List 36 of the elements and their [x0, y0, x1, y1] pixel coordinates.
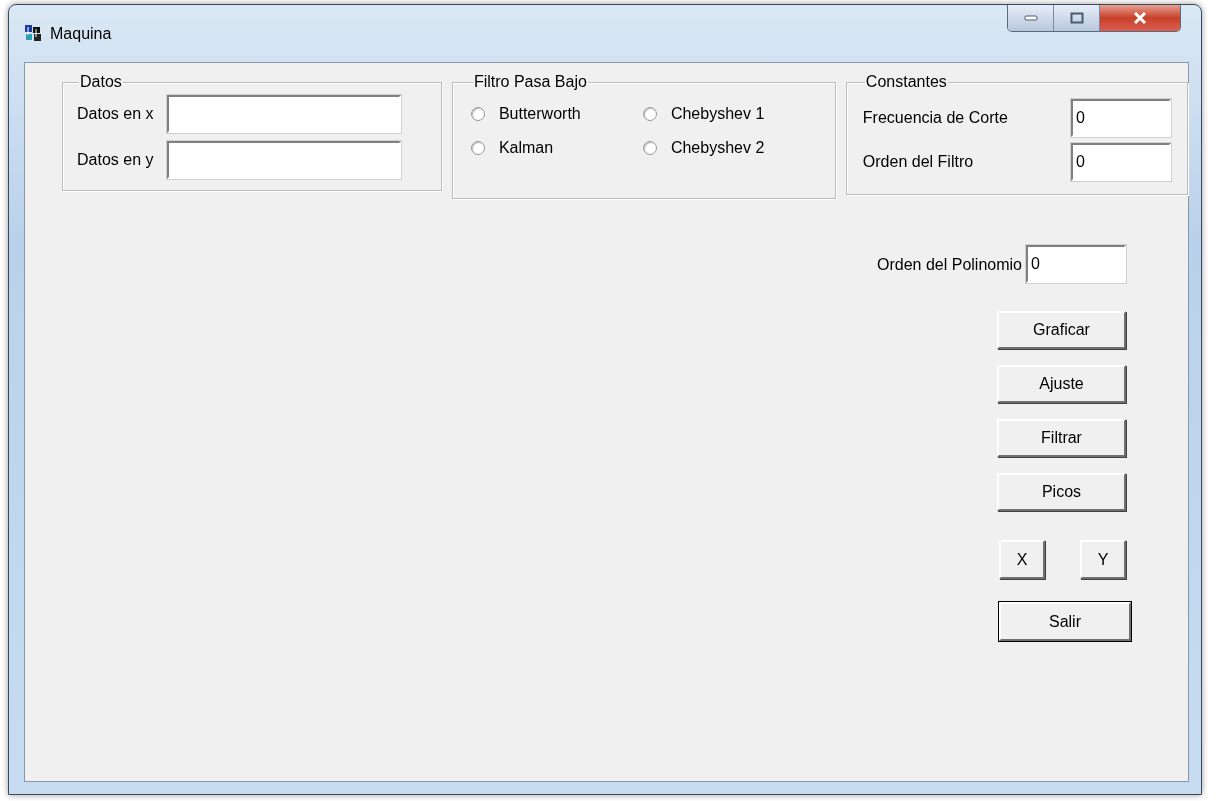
action-button[interactable]: Filtrar: [997, 419, 1126, 457]
field-label: Datos en y: [77, 151, 154, 169]
maximize-icon: [1069, 12, 1084, 24]
input-field[interactable]: 0: [1026, 245, 1126, 283]
minimize-icon: [1023, 15, 1038, 21]
axis-button[interactable]: X: [999, 540, 1045, 579]
close-icon: [1132, 12, 1148, 24]
action-button[interactable]: Picos: [997, 473, 1126, 511]
window-title: Maquina: [50, 24, 112, 43]
field-label: Orden del Polinomio: [877, 256, 1022, 274]
field-label: Frecuencia de Corte: [862, 109, 1008, 127]
field-label: Datos en x: [77, 105, 154, 123]
radio-option[interactable]: Chebyshev 1: [642, 105, 817, 123]
maximize-button[interactable]: [1054, 5, 1100, 31]
exit-button[interactable]: Salir: [999, 602, 1131, 641]
input-field[interactable]: 0: [1071, 143, 1171, 181]
cubes-icon: [24, 23, 42, 42]
field-label: Orden del Filtro: [862, 153, 974, 171]
group-title: Constantes: [864, 73, 948, 91]
axis-button[interactable]: Y: [1080, 540, 1126, 579]
radio-button[interactable]: [470, 107, 485, 121]
input-field[interactable]: [167, 95, 402, 133]
input-field[interactable]: 0: [1071, 99, 1171, 137]
radio-option[interactable]: Butterworth: [470, 105, 643, 123]
radio-option[interactable]: Kalman: [470, 139, 643, 157]
action-button[interactable]: Ajuste: [997, 365, 1126, 403]
group-title: Datos: [79, 73, 123, 91]
group-title: Filtro Pasa Bajo: [472, 73, 588, 91]
action-button[interactable]: Graficar: [997, 311, 1126, 349]
minimize-button[interactable]: [1008, 5, 1054, 31]
close-button[interactable]: [1100, 5, 1180, 31]
radio-button[interactable]: [642, 107, 657, 121]
radio-button[interactable]: [642, 141, 657, 155]
radio-button[interactable]: [470, 141, 485, 155]
input-field[interactable]: [167, 141, 402, 179]
radio-option[interactable]: Chebyshev 2: [642, 139, 817, 157]
